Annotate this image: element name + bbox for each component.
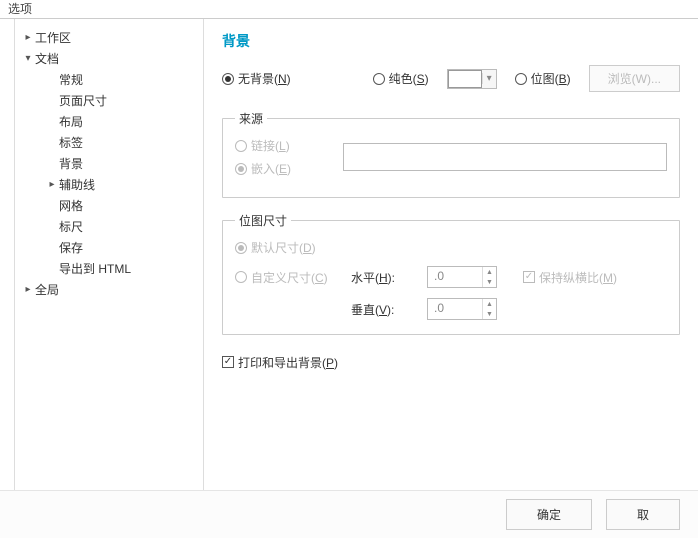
tree-item[interactable]: 网格: [15, 195, 203, 216]
radio-mark: [222, 73, 234, 85]
vertical-label: 垂直(V):: [351, 301, 421, 318]
tree-item-label: 工作区: [35, 29, 71, 46]
radio-source-embed: 嵌入(E): [235, 160, 291, 177]
tree-item-label: 网格: [59, 197, 83, 214]
source-path-input[interactable]: [343, 143, 667, 171]
radio-mark: [515, 73, 527, 85]
chevron-down-icon: ▾: [482, 73, 496, 84]
radio-mark: [373, 73, 385, 85]
radio-no-background[interactable]: 无背景(N): [222, 70, 291, 87]
tree-item[interactable]: ▾文档: [15, 48, 203, 69]
spin-down-icon: ▼: [483, 277, 496, 287]
tree-item[interactable]: 布局: [15, 111, 203, 132]
caret-right-icon: ▸: [47, 179, 57, 190]
tree-item-label: 导出到 HTML: [59, 260, 131, 277]
caret-right-icon: ▸: [23, 284, 33, 295]
tree-item-label: 全局: [35, 281, 59, 298]
window-title: 选项: [0, 0, 40, 19]
tree-item-label: 文档: [35, 50, 59, 67]
radio-custom-size: 自定义尺寸(C): [235, 269, 345, 286]
category-tree[interactable]: ▸工作区▾文档常规页面尺寸布局标签背景▸辅助线网格标尺保存导出到 HTML▸全局: [14, 19, 204, 490]
bitmap-size-group: 位图尺寸 默认尺寸(D) 自定义尺寸(C): [222, 212, 680, 335]
dialog-footer: 确定 取: [0, 490, 698, 538]
tree-item-label: 布局: [59, 113, 83, 130]
horizontal-size-input[interactable]: .0 ▲▼: [427, 266, 497, 288]
tree-item-label: 背景: [59, 155, 83, 172]
page-heading: 背景: [222, 31, 680, 51]
main-area: ▸工作区▾文档常规页面尺寸布局标签背景▸辅助线网格标尺保存导出到 HTML▸全局…: [0, 18, 698, 490]
tree-item[interactable]: 标签: [15, 132, 203, 153]
source-legend: 来源: [235, 110, 267, 127]
spin-up-icon: ▲: [483, 267, 496, 277]
color-swatch: [448, 70, 482, 88]
radio-bitmap[interactable]: 位图(B): [515, 70, 571, 87]
tree-item-label: 页面尺寸: [59, 92, 107, 109]
tree-item[interactable]: 常规: [15, 69, 203, 90]
tree-item-label: 辅助线: [59, 176, 95, 193]
tree-item[interactable]: 标尺: [15, 216, 203, 237]
tree-item-label: 常规: [59, 71, 83, 88]
cancel-button[interactable]: 取: [606, 499, 680, 530]
print-export-background-checkbox[interactable]: ✓ 打印和导出背景(P): [222, 354, 338, 371]
tree-item[interactable]: ▸工作区: [15, 27, 203, 48]
ok-button[interactable]: 确定: [506, 499, 592, 530]
options-window: 选项 ▸工作区▾文档常规页面尺寸布局标签背景▸辅助线网格标尺保存导出到 HTML…: [0, 0, 698, 538]
tree-item[interactable]: ▸全局: [15, 279, 203, 300]
caret-right-icon: ▸: [23, 32, 33, 43]
background-settings-panel: 背景 无背景(N) 纯色(S): [204, 19, 698, 490]
source-group: 来源 链接(L) 嵌入(E): [222, 110, 680, 198]
spin-up-icon: ▲: [483, 299, 496, 309]
radio-source-link: 链接(L): [235, 137, 291, 154]
horizontal-label: 水平(H):: [351, 269, 421, 286]
spin-down-icon: ▼: [483, 309, 496, 319]
browse-button[interactable]: 浏览(W)...: [589, 65, 680, 92]
tree-item[interactable]: ▸辅助线: [15, 174, 203, 195]
solid-color-picker[interactable]: ▾: [447, 69, 497, 89]
tree-item[interactable]: 背景: [15, 153, 203, 174]
radio-solid-color[interactable]: 纯色(S): [373, 70, 429, 87]
caret-down-icon: ▾: [23, 53, 33, 64]
tree-item[interactable]: 页面尺寸: [15, 90, 203, 111]
background-type-row: 无背景(N) 纯色(S) ▾ 位图(B): [222, 65, 680, 92]
tree-item-label: 标签: [59, 134, 83, 151]
vertical-size-input[interactable]: .0 ▲▼: [427, 298, 497, 320]
tree-item[interactable]: 保存: [15, 237, 203, 258]
tree-item[interactable]: 导出到 HTML: [15, 258, 203, 279]
tree-item-label: 保存: [59, 239, 83, 256]
keep-aspect-ratio-checkbox: ✓ 保持纵横比(M): [523, 269, 667, 286]
bitmap-size-legend: 位图尺寸: [235, 212, 291, 229]
tree-item-label: 标尺: [59, 218, 83, 235]
radio-default-size: 默认尺寸(D): [235, 239, 345, 256]
